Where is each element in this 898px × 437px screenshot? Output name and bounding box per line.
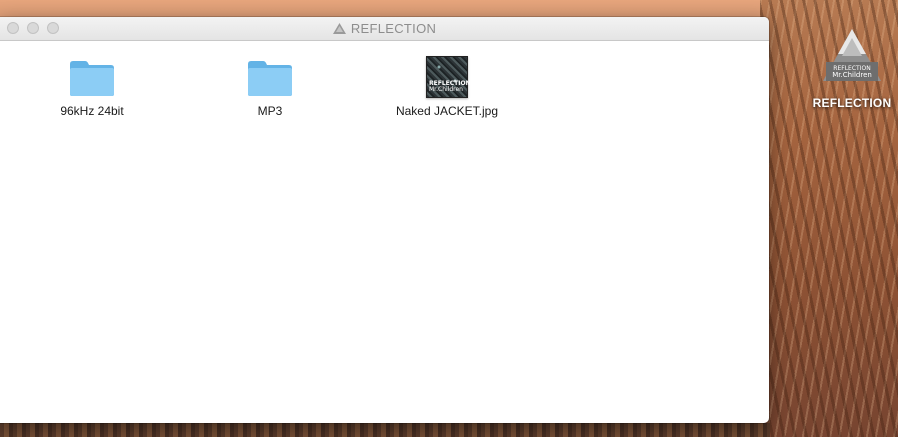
thumb-text-artist: Mr.Children bbox=[429, 86, 463, 93]
desktop-volume-reflection[interactable]: REFLECTION Mr.Children REFLECTION bbox=[806, 28, 898, 110]
folder-item-96khz[interactable]: 96kHz 24bit bbox=[17, 50, 167, 118]
volume-icon-text-artist: Mr.Children bbox=[832, 71, 872, 79]
jpg-thumbnail-icon: REFLECTION Mr.Children bbox=[426, 56, 471, 98]
window-title-text: REFLECTION bbox=[350, 21, 437, 36]
folder-item-mp3[interactable]: MP3 bbox=[195, 50, 345, 118]
desktop-wallpaper-bottom bbox=[0, 423, 770, 437]
desktop-volume-label: REFLECTION bbox=[812, 96, 892, 110]
folder-icon bbox=[70, 61, 114, 96]
window-titlebar[interactable]: REFLECTION bbox=[0, 17, 769, 41]
disk-image-icon bbox=[332, 23, 346, 34]
file-item-naked-jacket[interactable]: REFLECTION Mr.Children Naked JACKET.jpg bbox=[372, 50, 522, 118]
item-label: MP3 bbox=[257, 104, 283, 118]
disk-image-volume-icon: REFLECTION Mr.Children bbox=[822, 28, 882, 82]
folder-icon bbox=[248, 61, 292, 96]
window-title: REFLECTION bbox=[0, 21, 769, 37]
finder-window: REFLECTION 96kHz 24bit MP3 REFLECTION Mr… bbox=[0, 17, 769, 423]
item-label: 96kHz 24bit bbox=[60, 104, 124, 118]
item-label: Naked JACKET.jpg bbox=[395, 104, 499, 118]
